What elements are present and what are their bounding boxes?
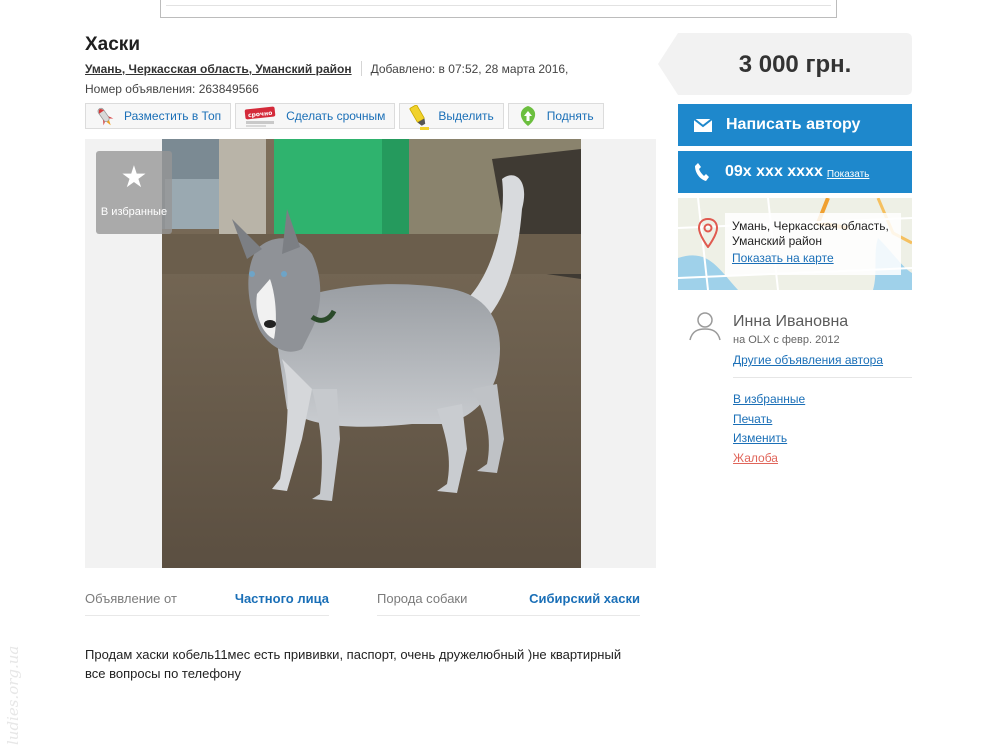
leaf-arrow-icon bbox=[517, 105, 539, 127]
phone-number: 09x xxx xxxx bbox=[725, 163, 823, 180]
make-urgent-label: Сделать срочным bbox=[286, 109, 386, 123]
star-icon: ★ bbox=[120, 161, 148, 194]
promote-top-label: Разместить в Топ bbox=[124, 109, 222, 123]
param-key: Объявление от bbox=[85, 591, 177, 606]
print-link[interactable]: Печать bbox=[733, 412, 805, 432]
phone-button[interactable]: 09x xxx xxxx Показать bbox=[678, 151, 912, 193]
message-author-button[interactable]: Написать автору bbox=[678, 104, 912, 146]
param-key: Порода собаки bbox=[377, 591, 468, 606]
description-line: Продам хаски кобель11мес есть прививки, … bbox=[85, 647, 622, 662]
meta-separator bbox=[360, 61, 362, 76]
complaint-link[interactable]: Жалоба bbox=[733, 451, 805, 471]
highlight-label: Выделить bbox=[438, 109, 494, 123]
listing-title: Хаски bbox=[85, 34, 140, 55]
param-value-link[interactable]: Сибирский хаски bbox=[529, 591, 640, 606]
bump-button[interactable]: Поднять bbox=[507, 103, 604, 129]
listing-location-link[interactable]: Умань, Черкасская область, Уманский райо… bbox=[85, 62, 352, 76]
show-phone-link[interactable]: Показать bbox=[827, 169, 870, 180]
add-to-favorites-link[interactable]: В избранные bbox=[733, 392, 805, 412]
map-address: Умань, Черкасская область, Уманский райо… bbox=[732, 219, 889, 248]
add-to-favorites-button[interactable]: ★ В избранные bbox=[96, 151, 172, 234]
user-since: на OLX с февр. 2012 bbox=[733, 334, 840, 346]
husky-photo bbox=[162, 139, 581, 568]
listing-description: Продам хаски кобель11мес есть прививки, … bbox=[85, 645, 645, 683]
phone-icon bbox=[695, 163, 709, 181]
urgent-tag-icon: срочно bbox=[244, 105, 278, 127]
show-on-map-link[interactable]: Показать на карте bbox=[732, 251, 834, 265]
param-offered-by: Объявление от Частного лица bbox=[85, 590, 329, 616]
message-author-label: Написать автору bbox=[726, 116, 861, 133]
listing-params: Объявление от Частного лица Порода собак… bbox=[85, 590, 656, 616]
edit-link[interactable]: Изменить bbox=[733, 431, 805, 451]
watermark: ludies.org.ua bbox=[4, 620, 30, 745]
param-value-link[interactable]: Частного лица bbox=[235, 591, 329, 606]
user-name: Инна Ивановна bbox=[733, 313, 849, 330]
listing-meta: Умань, Черкасская область, Уманский райо… bbox=[85, 61, 568, 76]
author-other-ads-link[interactable]: Другие объявления автора bbox=[733, 353, 883, 367]
highlight-button[interactable]: Выделить bbox=[399, 103, 504, 130]
sidebar-links: В избранные Печать Изменить Жалоба bbox=[733, 392, 805, 470]
envelope-icon bbox=[694, 118, 712, 132]
bump-label: Поднять bbox=[546, 109, 594, 123]
make-urgent-button[interactable]: срочно Сделать срочным bbox=[235, 103, 396, 129]
favorite-label: В избранные bbox=[100, 206, 168, 218]
promote-top-button[interactable]: Разместить в Топ bbox=[85, 103, 232, 129]
highlighter-icon bbox=[408, 104, 430, 130]
user-avatar-icon bbox=[688, 311, 722, 346]
watermark-text: ludies.org.ua bbox=[4, 645, 22, 745]
location-map[interactable]: Умань, Черкасская область, Уманский райо… bbox=[678, 198, 912, 290]
param-dog-breed: Порода собаки Сибирский хаски bbox=[377, 590, 640, 616]
listing-added-date: Добавлено: в 07:52, 28 марта 2016, bbox=[370, 61, 569, 76]
promo-actions: Разместить в Топ срочно Сделать срочным … bbox=[85, 103, 604, 130]
description-line: все вопросы по телефону bbox=[85, 666, 241, 681]
rocket-icon bbox=[94, 105, 116, 127]
svg-text:срочно: срочно bbox=[248, 110, 273, 120]
top-frame bbox=[160, 0, 837, 18]
price-value: 3 000 грн. bbox=[738, 51, 852, 78]
price-box: 3 000 грн. bbox=[658, 33, 912, 95]
listing-ad-number: Номер объявления: 263849566 bbox=[85, 82, 259, 96]
sidebar-divider bbox=[733, 377, 912, 378]
top-frame-inner bbox=[166, 0, 831, 6]
